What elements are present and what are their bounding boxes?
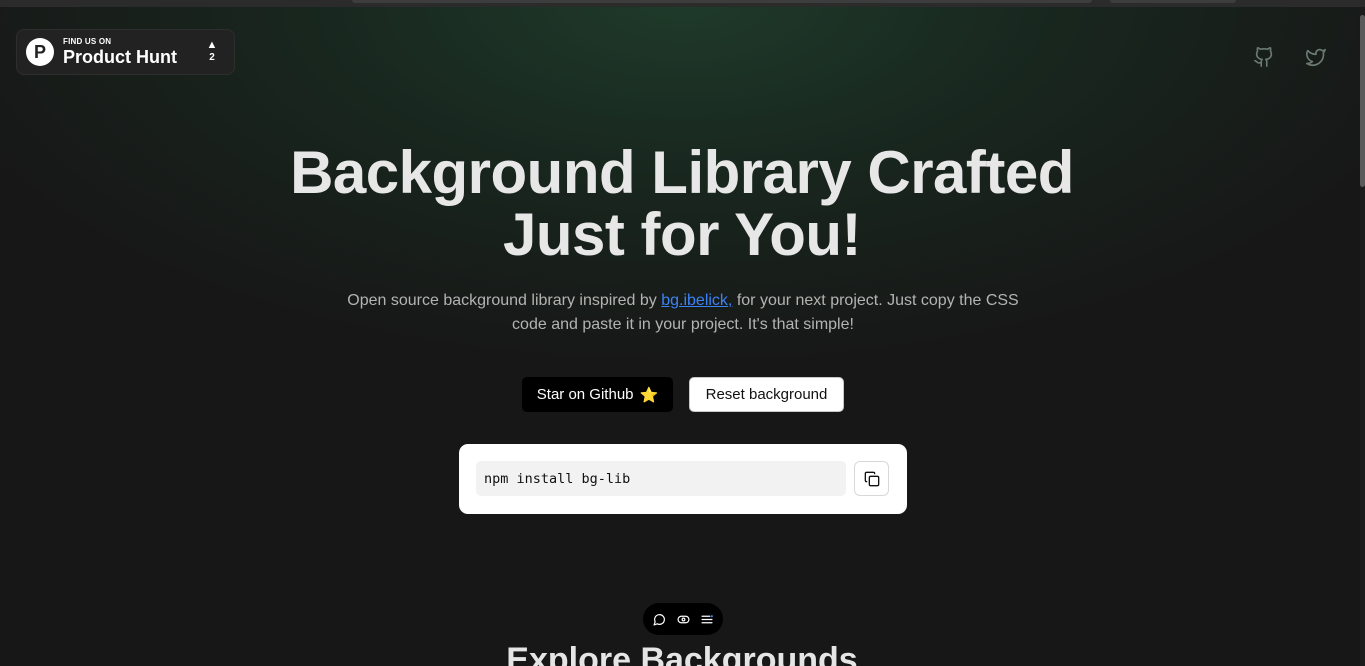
menu-icon[interactable] bbox=[699, 611, 715, 627]
floating-toolbar bbox=[643, 603, 723, 635]
hero-title-line1: Background Library Crafted bbox=[290, 139, 1074, 206]
hero-title: Background Library Crafted Just for You! bbox=[232, 142, 1132, 266]
browser-top-strip bbox=[0, 0, 1365, 7]
scrollbar-thumb[interactable] bbox=[1360, 15, 1365, 187]
install-card: npm install bg-lib bbox=[459, 444, 907, 514]
upvote-count: 2 bbox=[209, 52, 215, 63]
product-hunt-logo-icon: P bbox=[26, 38, 54, 66]
install-command[interactable]: npm install bg-lib bbox=[476, 461, 846, 496]
product-hunt-caption: FIND US ON bbox=[63, 37, 112, 46]
bg-ibelick-link[interactable]: bg.ibelick, bbox=[661, 292, 732, 309]
hero-subtitle: Open source background library inspired … bbox=[332, 289, 1034, 337]
explore-backgrounds-heading: Explore Backgrounds bbox=[506, 641, 858, 666]
reset-button-label: Reset background bbox=[705, 386, 828, 403]
star-on-github-button[interactable]: Star on Github ⭐ bbox=[522, 377, 673, 412]
star-button-label: Star on Github bbox=[536, 386, 634, 403]
star-icon: ⭐ bbox=[639, 386, 659, 404]
upvote-arrow-icon: ▲ bbox=[206, 39, 218, 51]
hero-subtitle-start: Open source background library inspired … bbox=[347, 292, 662, 309]
github-icon bbox=[1254, 47, 1273, 67]
product-hunt-badge[interactable]: P FIND US ON Product Hunt ▲ 2 bbox=[16, 29, 235, 75]
chat-icon[interactable] bbox=[651, 611, 667, 627]
upvote-counter: ▲ 2 bbox=[205, 39, 219, 65]
twitter-icon bbox=[1306, 48, 1326, 67]
toggle-icon[interactable] bbox=[675, 611, 691, 627]
copy-button[interactable] bbox=[854, 461, 889, 496]
copy-icon bbox=[864, 471, 879, 486]
twitter-link[interactable] bbox=[1305, 46, 1327, 68]
hero-title-line2: Just for You! bbox=[503, 201, 861, 268]
scrollbar[interactable] bbox=[1360, 7, 1365, 666]
product-hunt-name: Product Hunt bbox=[63, 47, 177, 67]
github-link[interactable] bbox=[1253, 46, 1275, 68]
reset-background-button[interactable]: Reset background bbox=[689, 377, 844, 412]
